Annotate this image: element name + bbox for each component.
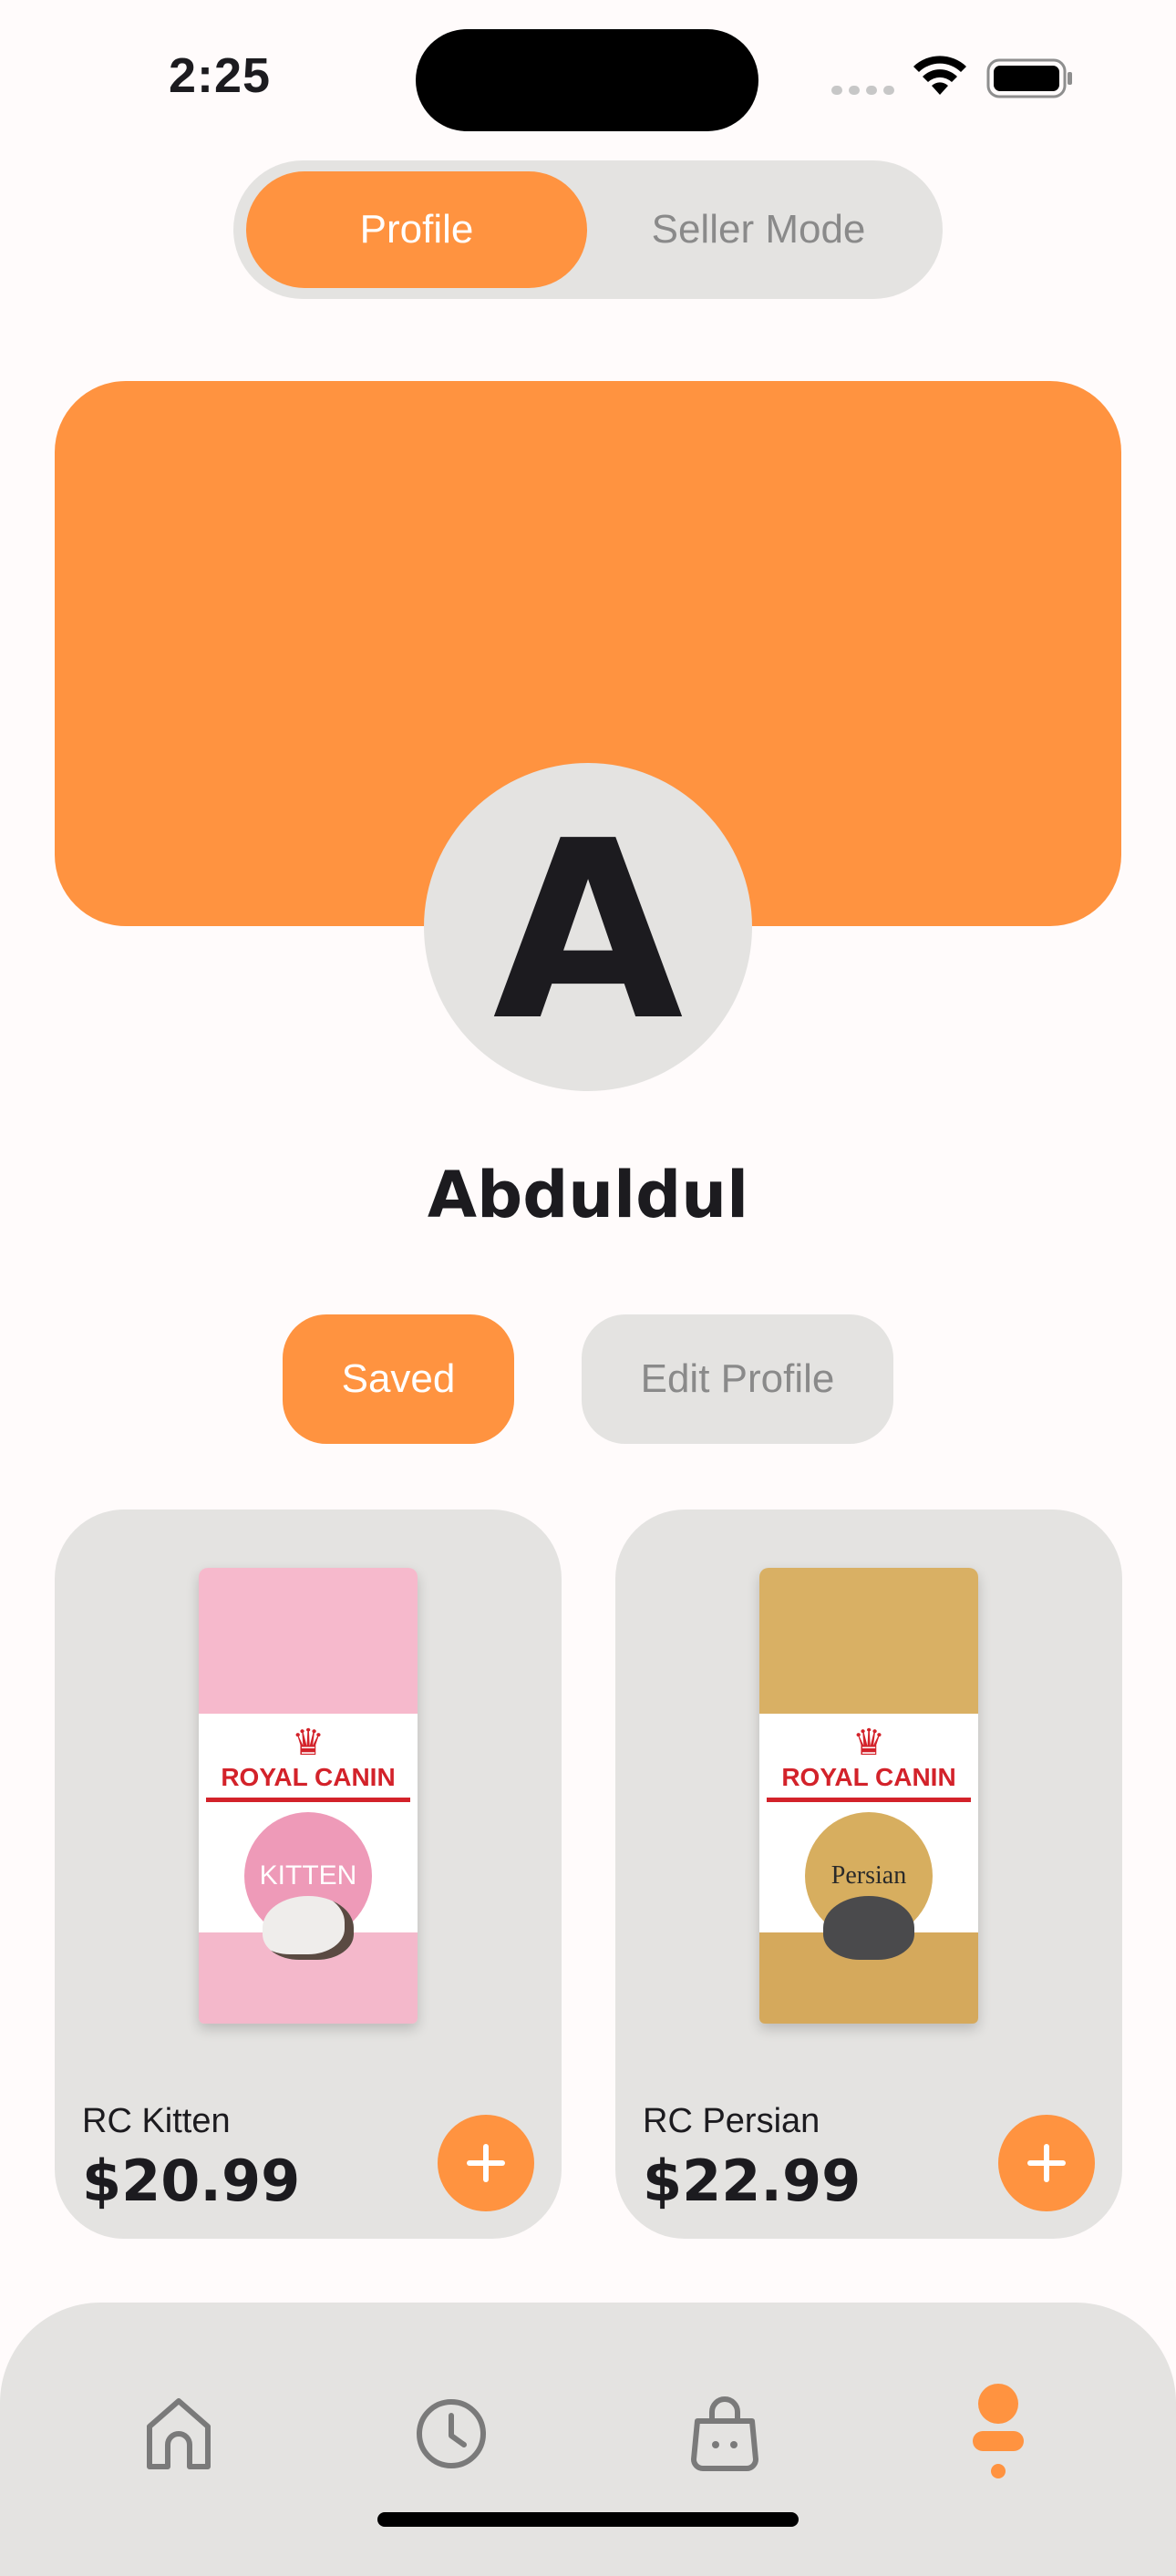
product-image: ♛ ROYAL CANIN Persian [759, 1568, 978, 2024]
battery-icon [986, 58, 1072, 98]
plus-icon [1027, 2144, 1066, 2182]
cat-image [823, 1896, 914, 1960]
avatar[interactable]: A [424, 763, 752, 1091]
plus-icon [467, 2144, 505, 2182]
tab-profile[interactable]: Profile [246, 171, 587, 288]
product-brand: ROYAL CANIN [221, 1763, 396, 1791]
product-name: RC Kitten [82, 2102, 231, 2140]
cat-image [263, 1896, 354, 1960]
nav-cart[interactable] [670, 2379, 779, 2488]
add-to-cart-button[interactable] [998, 2115, 1095, 2211]
home-indicator [377, 2512, 799, 2527]
product-card[interactable]: ♛ ROYAL CANIN KITTEN RC Kitten $20.99 [55, 1510, 562, 2239]
nav-home[interactable] [124, 2379, 233, 2488]
home-icon [147, 2398, 211, 2469]
cart-icon [691, 2396, 758, 2471]
product-name: RC Persian [643, 2102, 820, 2140]
product-brand: ROYAL CANIN [781, 1763, 956, 1791]
saved-button[interactable]: Saved [283, 1314, 514, 1444]
profile-icon [973, 2384, 1024, 2478]
nav-history[interactable] [397, 2379, 506, 2488]
product-image: ♛ ROYAL CANIN KITTEN [199, 1568, 418, 2024]
crown-icon: ♛ [292, 1722, 325, 1764]
add-to-cart-button[interactable] [438, 2115, 534, 2211]
avatar-initial: A [492, 788, 684, 1075]
product-card[interactable]: ♛ ROYAL CANIN Persian RC Persian $22.99 [615, 1510, 1122, 2239]
nav-profile[interactable] [944, 2379, 1053, 2488]
tab-seller-mode[interactable]: Seller Mode [587, 171, 930, 288]
product-price: $22.99 [643, 2148, 861, 2214]
product-price: $20.99 [82, 2148, 301, 2214]
status-time: 2:25 [169, 48, 272, 103]
signal-icon [831, 86, 894, 95]
history-icon [417, 2399, 486, 2468]
bottom-nav [0, 2303, 1176, 2576]
mode-toggle: Profile Seller Mode [233, 160, 943, 299]
username: Abduldul [427, 1158, 749, 1232]
crown-icon: ♛ [852, 1722, 885, 1764]
edit-profile-button[interactable]: Edit Profile [582, 1314, 893, 1444]
dynamic-island [416, 29, 758, 131]
wifi-icon [913, 56, 966, 95]
